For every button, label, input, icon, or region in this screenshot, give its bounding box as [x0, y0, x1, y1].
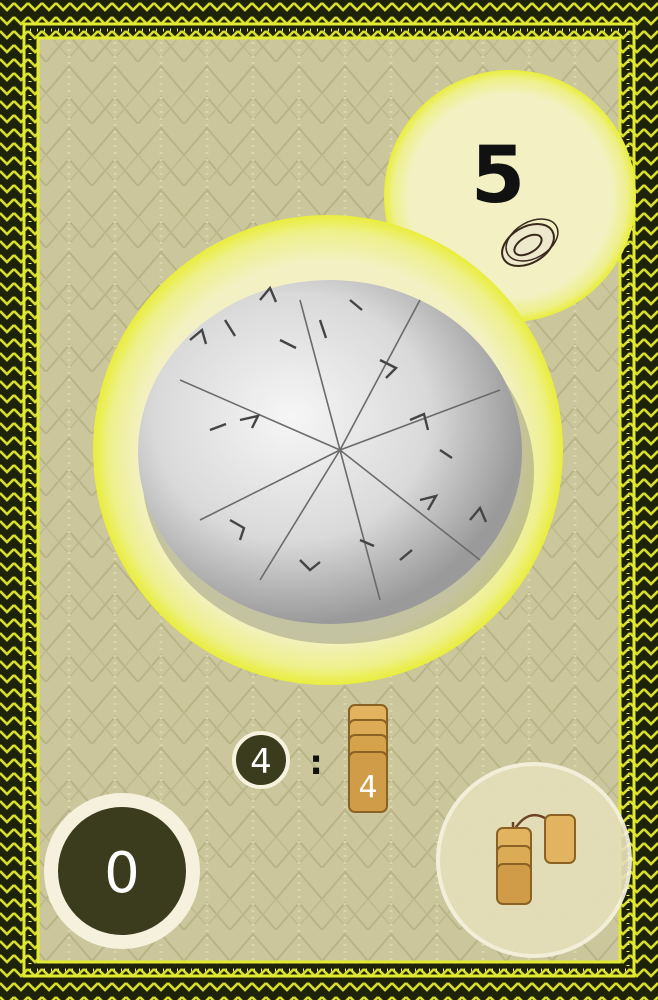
- card-value: 5: [471, 131, 525, 221]
- stack-count: 4: [358, 770, 377, 805]
- points-value: 0: [104, 841, 140, 906]
- trade-separator: :: [309, 743, 323, 783]
- game-card: 5 4 : 4 0: [0, 0, 658, 1000]
- move-action-badge: [436, 762, 632, 958]
- trade-count: 4: [250, 742, 272, 782]
